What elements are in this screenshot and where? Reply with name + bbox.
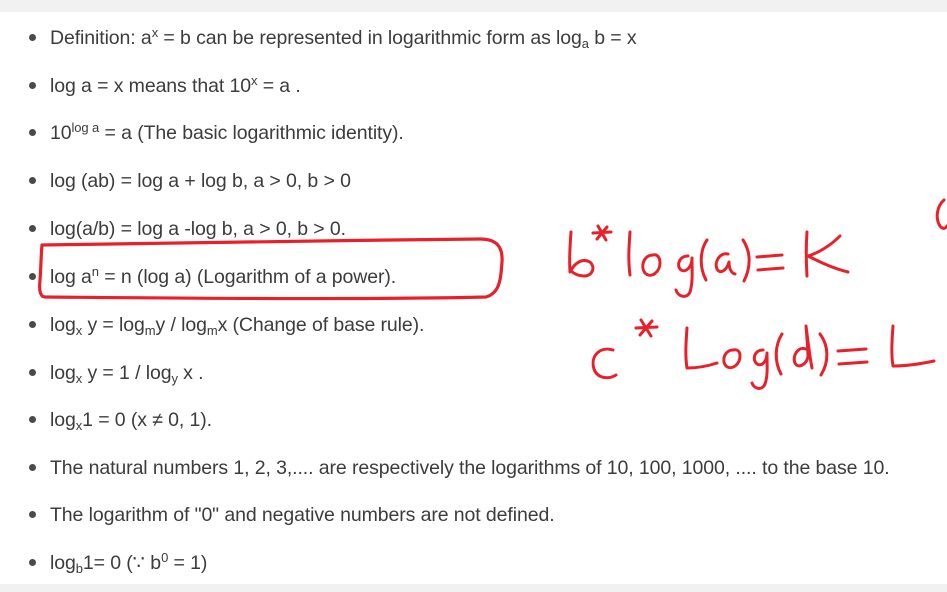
rule-item: logx y = 1 / logy x . [0,357,947,389]
text-run: = n (log a) (Logarithm of a power). [98,266,397,288]
text-run: x (Change of base rule). [217,314,425,336]
text-run: y = 1 / log [82,362,172,384]
text-run: log [50,314,76,336]
text-run: = 1) [168,552,208,574]
subscript: b [75,561,83,576]
text-run: y / log [155,314,207,336]
subscript: m [144,323,156,338]
superscript: n [91,264,99,279]
bullet-dot [29,416,36,423]
rule-text: The natural numbers 1, 2, 3,.... are res… [50,455,890,481]
rule-item: log a = x means that 10x = a . [0,70,947,102]
rule-item: The natural numbers 1, 2, 3,.... are res… [0,452,947,484]
bullet-dot [29,321,36,328]
bullet-dot [29,369,36,376]
text-run: log a [50,266,92,288]
subscript: a [581,36,589,51]
bullet-dot [29,177,36,184]
bullet-dot [29,464,36,471]
text-run: 1 = 0 (x ≠ 0, 1). [82,409,212,431]
text-run: 1= 0 (∵ b [82,552,162,574]
rule-text: log an = n (log a) (Logarithm of a power… [50,264,396,290]
text-run: log a = x means that 10 [50,75,251,97]
text-run: = b can be represented in logarithmic fo… [158,27,582,49]
top-border-strip [0,0,947,12]
rule-text: logb1= 0 (∵ b0 = 1) [50,550,207,576]
bullet-dot [29,225,36,232]
rule-item: log (ab) = log a + log b, a > 0, b > 0 [0,165,947,197]
rule-text: log(a/b) = log a -log b, a > 0, b > 0. [50,216,346,242]
bullet-dot [29,511,36,518]
rule-item: The logarithm of "0" and negative number… [0,499,947,531]
rule-item: Definition: ax = b can be represented in… [0,22,947,54]
text-run: log(a/b) = log a -log b, a > 0, b > 0. [50,218,346,240]
text-run: Definition: a [50,27,152,49]
superscript: log a [71,120,100,135]
bullet-dot [29,129,36,136]
rule-item: 10log a = a (The basic logarithmic ident… [0,117,947,149]
rule-item: log(a/b) = log a -log b, a > 0, b > 0. [0,213,947,245]
rule-text: log (ab) = log a + log b, a > 0, b > 0 [50,168,351,194]
text-run: log [50,552,76,574]
bullet-dot [29,34,36,41]
text-run: = a . [257,75,301,97]
rule-text: logx y = 1 / logy x . [50,360,204,386]
bullet-dot [29,559,36,566]
text-run: log [50,362,76,384]
bottom-border-strip [0,584,947,592]
text-run: The logarithm of "0" and negative number… [50,504,555,526]
text-run: The natural numbers 1, 2, 3,.... are res… [50,457,890,479]
subscript: m [206,323,218,338]
rule-item: log an = n (log a) (Logarithm of a power… [0,261,947,293]
text-run: b = x [588,27,637,49]
bullet-dot [29,82,36,89]
rule-text: log a = x means that 10x = a . [50,73,301,99]
rule-text: 10log a = a (The basic logarithmic ident… [50,120,404,146]
text-run: = a (The basic logarithmic identity). [99,122,404,144]
rule-item: logx1 = 0 (x ≠ 0, 1). [0,404,947,436]
text-run: log (ab) = log a + log b, a > 0, b > 0 [50,170,351,192]
text-run: x . [177,362,204,384]
rule-text: The logarithm of "0" and negative number… [50,502,555,528]
rule-item: logx y = logmy / logmx (Change of base r… [0,309,947,341]
rule-text: logx y = logmy / logmx (Change of base r… [50,312,424,338]
text-run: log [50,409,76,431]
text-run: 10 [50,122,72,144]
rule-text: logx1 = 0 (x ≠ 0, 1). [50,407,212,433]
rule-text: Definition: ax = b can be represented in… [50,25,637,51]
rule-item: logb1= 0 (∵ b0 = 1) [0,547,947,579]
text-run: y = log [82,314,145,336]
bullet-dot [29,273,36,280]
